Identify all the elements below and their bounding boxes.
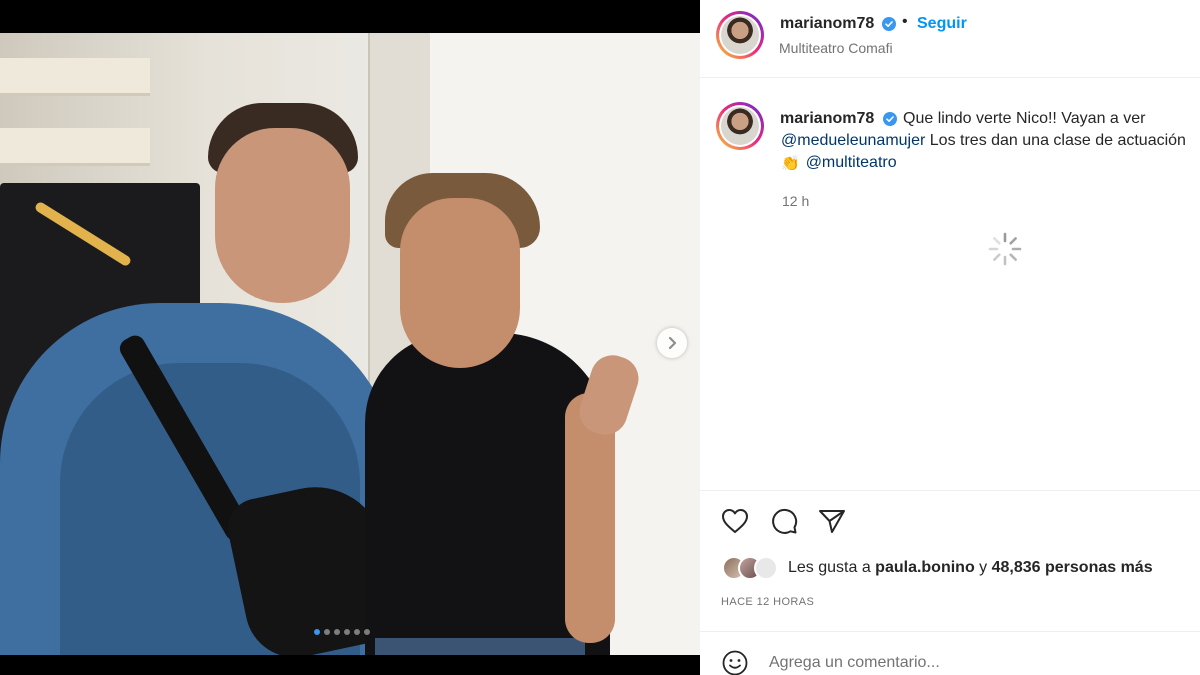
post-media <box>0 0 700 675</box>
separator-dot: • <box>902 13 908 30</box>
share-button[interactable] <box>817 506 847 536</box>
mention-link[interactable]: @multiteatro <box>806 154 897 172</box>
carousel-dot <box>334 629 340 635</box>
likes-count[interactable]: 48,836 personas más <box>992 559 1153 576</box>
caption-username[interactable]: marianom78 <box>780 110 874 128</box>
spinner-icon <box>988 232 1022 266</box>
clap-emoji: 👏 <box>781 155 800 172</box>
paper-plane-icon <box>819 510 845 533</box>
verified-badge-icon <box>883 112 897 126</box>
comment-input[interactable] <box>769 654 1149 672</box>
liker-username[interactable]: paula.bonino <box>875 559 975 576</box>
verified-badge-icon <box>882 17 896 31</box>
comment-icon <box>772 508 798 534</box>
heart-icon <box>722 509 748 533</box>
carousel-dot <box>344 629 350 635</box>
like-button[interactable] <box>720 506 750 536</box>
author-username[interactable]: marianom78 <box>780 15 874 33</box>
caption-avatar[interactable] <box>716 102 764 150</box>
follow-button[interactable]: Seguir <box>917 15 967 33</box>
carousel-dot <box>354 629 360 635</box>
post-sidebar: marianom78 • Seguir Multiteatro Comafi m… <box>700 0 1200 675</box>
caption-text: Que lindo verte Nico!! Vayan a ver <box>903 110 1146 127</box>
avatar[interactable] <box>716 11 764 59</box>
caption-text: Los tres dan una clase de actuación <box>925 132 1186 149</box>
likes-summary: Les gusta a paula.bonino y 48,836 person… <box>722 556 1153 580</box>
post-timestamp[interactable]: HACE 12 HORAS <box>721 596 814 608</box>
mention-link[interactable]: @medueleunamujer <box>781 132 925 149</box>
post-photo[interactable] <box>0 33 700 655</box>
emoji-button[interactable] <box>720 648 750 675</box>
caption-line: 👏 @multiteatro <box>781 154 897 172</box>
carousel-dots <box>314 629 370 635</box>
chevron-right-icon <box>668 336 677 350</box>
caption-timestamp[interactable]: 12 h <box>782 193 809 209</box>
next-slide-button[interactable] <box>657 328 687 358</box>
location-link[interactable]: Multiteatro Comafi <box>779 40 893 56</box>
comment-bar <box>700 631 1200 675</box>
smiley-icon <box>722 650 748 675</box>
actions-divider <box>700 490 1200 491</box>
comment-button[interactable] <box>769 506 799 536</box>
post-header: marianom78 • Seguir Multiteatro Comafi <box>700 0 1200 78</box>
caption-line: @medueleunamujer Los tres dan una clase … <box>781 132 1186 150</box>
liker-avatar[interactable] <box>754 556 778 580</box>
likes-text: Les gusta a paula.bonino y 48,836 person… <box>788 559 1153 576</box>
carousel-dot <box>364 629 370 635</box>
carousel-dot <box>314 629 320 635</box>
carousel-dot <box>324 629 330 635</box>
